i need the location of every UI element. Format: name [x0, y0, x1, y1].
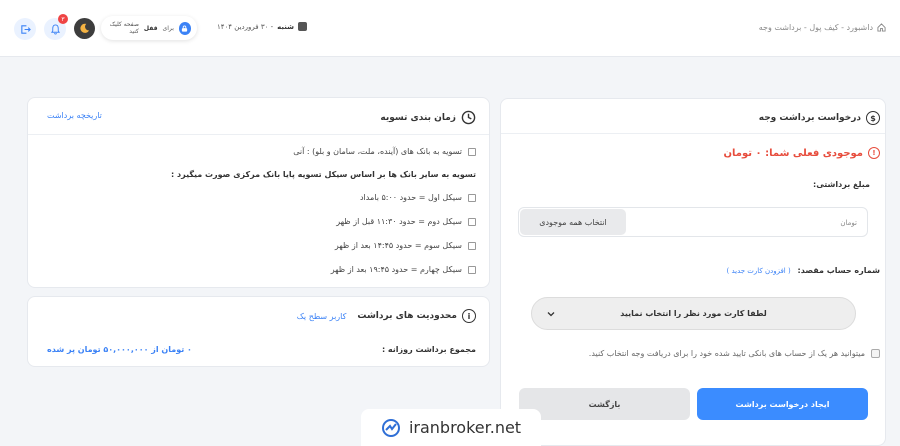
schedule-title: زمان بندی تسویه	[380, 110, 476, 125]
watermark-text: iranbroker.net	[408, 418, 522, 437]
logout-icon	[20, 24, 31, 34]
destination-label: شماره حساب مقصد: ( افزودن کارت جدید )	[726, 266, 880, 275]
chevron-down-icon	[547, 312, 555, 317]
schedule-divider	[28, 134, 489, 135]
breadcrumb: داشبورد - کیف پول - برداشت وجه	[759, 23, 886, 32]
daily-limit-value: ۰ تومان از ۵۰,۰۰۰,۰۰۰ تومان پر شده	[47, 345, 192, 354]
date-display: شنبه - ۳۰ فروردین ۱۴۰۴	[217, 22, 308, 31]
schedule-line: سیکل چهارم = حدود ۱۹:۴۵ بعد از ظهر	[331, 265, 476, 274]
schedule-line: سیکل سوم = حدود ۱۴:۴۵ بعد از ظهر	[335, 241, 476, 250]
withdraw-limits-card	[27, 296, 490, 367]
bullet-icon	[468, 147, 476, 156]
date-text: - ۳۰ فروردین ۱۴۰۴	[217, 22, 274, 31]
card-select-placeholder: لطفا کارت مورد نظر را انتخاب نمایید	[620, 309, 767, 318]
bullet-icon	[468, 241, 476, 250]
confirm-checkbox-text: میتوانید هر یک از حساب های بانکی تایید ش…	[588, 349, 865, 358]
dollar-icon: $	[866, 111, 880, 125]
schedule-line-text: سیکل اول = حدود ۵:۰۰ بامداد	[359, 193, 462, 202]
schedule-line: سیکل اول = حدود ۵:۰۰ بامداد	[360, 193, 476, 202]
watermark: iranbroker.net	[361, 409, 541, 446]
bell-icon	[50, 23, 60, 35]
clock-icon	[461, 110, 476, 125]
schedule-line-text: تسویه به بانک های (آینده، ملت، سامان و ب…	[293, 147, 462, 156]
card-select[interactable]: لطفا کارت مورد نظر را انتخاب نمایید	[531, 297, 856, 330]
schedule-line: تسویه به بانک های (آینده، ملت، سامان و ب…	[293, 147, 476, 156]
schedule-title-text: زمان بندی تسویه	[380, 112, 456, 123]
destination-label-text: شماره حساب مقصد:	[797, 266, 881, 275]
logo-icon	[381, 418, 400, 437]
amount-unit: تومان	[840, 219, 857, 227]
withdraw-history-link[interactable]: تاریخچه برداشت	[47, 111, 102, 120]
amount-input[interactable]: تومان انتخاب همه موجودی	[518, 207, 868, 237]
bullet-icon	[468, 265, 476, 274]
schedule-line: تسویه به سایر بانک ها بر اساس سیکل تسویه…	[171, 170, 476, 179]
lock-text-pre: برای	[162, 24, 174, 32]
moon-icon	[80, 23, 90, 33]
info-icon: i	[462, 309, 476, 323]
calendar-icon	[298, 22, 308, 31]
confirm-checkbox[interactable]	[871, 349, 880, 358]
theme-toggle-button[interactable]	[74, 18, 95, 39]
limits-title: i محدودیت های برداشت کاربر سطح یک	[297, 309, 476, 323]
date-day: شنبه	[277, 22, 295, 31]
request-title: $ درخواست برداشت وجه	[759, 111, 880, 125]
bullet-icon	[468, 193, 476, 202]
notifications-button[interactable]: ۳	[44, 14, 68, 40]
home-icon[interactable]	[877, 23, 886, 32]
add-card-link[interactable]: ( افزودن کارت جدید )	[726, 267, 790, 275]
schedule-line: سیکل دوم = حدود ۱۱:۳۰ قبل از ظهر	[336, 217, 476, 226]
logout-button[interactable]	[14, 18, 36, 40]
current-balance: ! موجودی فعلی شما: ۰ تومان	[724, 147, 880, 159]
lock-icon	[178, 21, 191, 35]
schedule-line-text: سیکل دوم = حدود ۱۱:۳۰ قبل از ظهر	[336, 217, 462, 226]
lock-page-button[interactable]: برای قفل صفحه کلیک کنید	[101, 16, 197, 40]
daily-limit-label: مجموع برداشت روزانه :	[381, 345, 476, 354]
confirm-checkbox-row[interactable]: میتوانید هر یک از حساب های بانکی تایید ش…	[589, 349, 880, 358]
notification-badge: ۳	[58, 14, 68, 24]
limits-title-text: محدودیت های برداشت	[357, 311, 457, 321]
warning-icon: !	[868, 147, 880, 159]
top-bar: داشبورد - کیف پول - برداشت وجه شنبه - ۳۰…	[0, 0, 900, 57]
amount-label: مبلغ برداشتی:	[813, 180, 870, 189]
user-level-link[interactable]: کاربر سطح یک	[297, 312, 347, 321]
select-all-balance-button[interactable]: انتخاب همه موجودی	[520, 209, 626, 235]
bullet-icon	[468, 217, 476, 226]
request-divider	[501, 133, 885, 134]
schedule-line-text: سیکل سوم = حدود ۱۴:۴۵ بعد از ظهر	[334, 241, 462, 250]
balance-text: موجودی فعلی شما: ۰ تومان	[723, 147, 863, 159]
back-button[interactable]: بازگشت	[519, 388, 690, 420]
lock-text-bold: قفل	[143, 24, 158, 32]
breadcrumb-text[interactable]: داشبورد - کیف پول - برداشت وجه	[759, 23, 873, 32]
schedule-line-text: سیکل چهارم = حدود ۱۹:۴۵ بعد از ظهر	[330, 265, 462, 274]
submit-withdraw-button[interactable]: ایجاد درخواست برداشت	[697, 388, 868, 420]
request-title-text: درخواست برداشت وجه	[758, 113, 861, 123]
schedule-line-text: تسویه به سایر بانک ها بر اساس سیکل تسویه…	[171, 170, 476, 179]
lock-text-post: صفحه کلیک کنید	[109, 21, 139, 35]
